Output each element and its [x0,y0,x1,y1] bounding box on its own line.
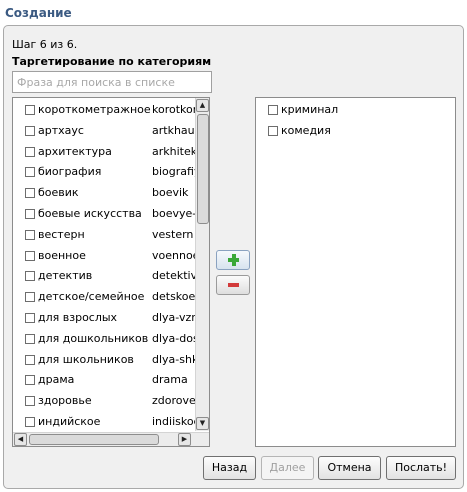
vertical-scrollbar[interactable]: ▲ ▼ [195,98,209,431]
category-name: военное [38,248,86,262]
list-item[interactable]: боевые искусства boevye-iskusstva [13,204,196,225]
category-checkbox[interactable] [25,105,35,115]
category-name: артхаус [38,123,84,137]
list-item[interactable]: здоровье zdorove [13,391,196,412]
category-checkbox[interactable] [25,375,35,386]
available-categories-list[interactable]: короткометражноеkorotkometrazhnoeартхаус… [12,97,210,447]
minus-icon [228,283,239,287]
category-name: биография [38,165,102,179]
category-name: для дошкольников [38,331,149,345]
horizontal-scrollbar[interactable]: ◀ ▶ [13,432,209,446]
list-item[interactable]: для взрослых dlya-vzroslykh [13,308,196,329]
category-name: детское/семейное [38,290,145,304]
category-slug: arkhitektura [152,144,196,158]
category-name: архитектура [38,144,112,158]
list-item[interactable]: биография biografiya [13,162,196,183]
cancel-button[interactable]: Отмена [318,456,381,480]
category-slug: artkhaus [152,123,196,137]
category-checkbox[interactable] [25,125,35,136]
list-item[interactable]: вестерн vestern [13,225,195,246]
list-item[interactable]: короткометражноеkorotkometrazhnoe [13,100,196,121]
category-name: для взрослых [38,310,118,324]
category-name: боевые искусства [38,206,142,220]
category-name: криминал [281,103,339,116]
horizontal-scroll-thumb[interactable] [29,434,159,445]
window-title: Создание [5,6,72,20]
back-button[interactable]: Назад [203,456,256,480]
list-item[interactable]: для школьников dlya-shkolnikov [13,350,196,371]
category-slug: indiiskoe [152,414,196,428]
section-heading: Таргетирование по категориям [12,55,212,68]
list-item[interactable]: драма drama [13,370,195,391]
category-checkbox[interactable] [25,250,35,261]
category-checkbox[interactable] [25,271,35,282]
list-item[interactable]: детское/семейное detskoe [13,287,195,308]
remove-button[interactable] [216,275,250,295]
category-checkbox[interactable] [25,229,35,240]
list-item[interactable]: боевик boevik [13,183,195,204]
category-slug: dlya-shkolnikov [152,352,196,366]
scroll-left-icon[interactable]: ◀ [14,433,27,446]
category-slug: boevik [152,186,189,200]
category-slug: dlya-doshkolnikov [152,331,196,345]
list-item[interactable]: детектив detektiv [13,266,196,287]
category-name: комедия [281,123,331,137]
category-slug: drama [152,373,188,387]
category-name: драма [38,373,75,387]
list-item[interactable]: индийское indiiskoe [13,412,196,433]
category-slug: voennoe [152,248,196,262]
category-checkbox[interactable] [25,208,35,219]
category-checkbox[interactable] [25,292,35,303]
scroll-down-icon[interactable]: ▼ [196,417,209,430]
category-checkbox[interactable] [25,146,35,157]
category-checkbox[interactable] [25,333,35,344]
category-name: детектив [38,269,93,283]
add-button[interactable] [216,250,250,270]
vertical-scroll-thumb[interactable] [197,114,209,224]
send-button[interactable]: Послать! [386,456,456,480]
category-name: боевик [38,186,79,200]
category-checkbox[interactable] [268,105,278,115]
category-name: короткометражное [38,103,151,116]
selected-categories-list[interactable]: криминал комедия [255,97,456,447]
scroll-right-icon[interactable]: ▶ [178,433,191,446]
category-slug: dlya-vzroslykh [152,310,196,324]
category-name: здоровье [38,394,92,408]
list-item[interactable]: архитектура arkhitektura [13,142,196,163]
category-checkbox[interactable] [25,167,35,178]
category-slug: biografiya [152,165,196,179]
list-item[interactable]: комедия [256,121,438,142]
category-checkbox[interactable] [25,396,35,407]
list-item[interactable]: для дошкольниковdlya-doshkolnikov [13,329,196,350]
category-slug: korotkometrazhnoe [152,103,196,116]
list-item[interactable]: криминал [256,100,438,121]
category-checkbox[interactable] [25,354,35,365]
wizard-panel: Шаг 6 из 6. Таргетирование по категориям… [3,25,464,489]
category-name: индийское [38,414,101,428]
list-item[interactable]: артхаус artkhaus [13,121,196,142]
category-name: для школьников [38,352,134,366]
category-slug: zdorove [152,394,196,408]
category-slug: detektiv [152,269,196,283]
category-checkbox[interactable] [25,312,35,323]
step-indicator: Шаг 6 из 6. [12,38,78,51]
list-item[interactable]: военное voennoe [13,246,196,267]
category-slug: detskoe [152,290,196,304]
category-slug: vestern [152,227,194,241]
category-checkbox[interactable] [25,416,35,427]
category-name: вестерн [38,227,85,241]
category-slug: boevye-iskusstva [152,206,196,220]
category-checkbox[interactable] [25,188,35,199]
next-button[interactable]: Далее [261,456,314,480]
scroll-up-icon[interactable]: ▲ [196,99,209,112]
search-input[interactable] [12,71,212,93]
category-checkbox[interactable] [268,125,278,136]
